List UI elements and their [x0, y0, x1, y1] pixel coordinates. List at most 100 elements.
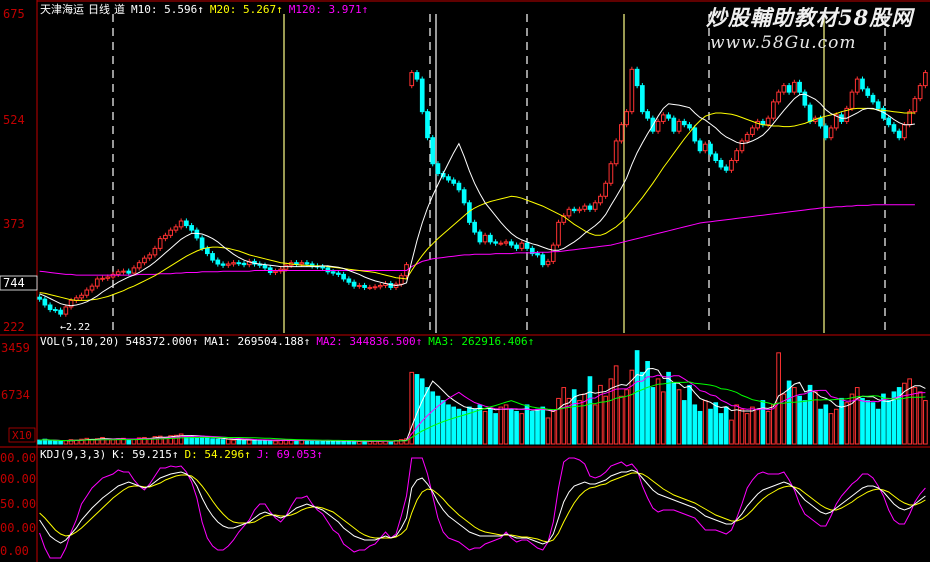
candle-body [828, 127, 834, 139]
candle-body [173, 226, 179, 231]
candle-body [184, 220, 189, 227]
volume-bar [545, 417, 551, 445]
candle-body [299, 262, 305, 265]
chart-background [0, 0, 930, 562]
candle-body [414, 72, 420, 80]
volume-bar [818, 408, 823, 445]
low-price-annotation: ←2.22 [60, 322, 90, 333]
candle-body [577, 208, 582, 212]
candle-body [37, 296, 42, 300]
candle-body [220, 263, 226, 266]
candle-body [100, 277, 105, 280]
volume-bar [660, 391, 666, 445]
candle-body [493, 241, 498, 244]
candle-body [603, 182, 609, 197]
kdj-k: K: 59.215↑ [112, 448, 179, 461]
candle-body [886, 117, 892, 126]
volume-bar [47, 440, 53, 445]
candle-body [708, 143, 713, 155]
volume-bar [645, 361, 650, 445]
volume-bar [267, 439, 273, 445]
candle-body [472, 221, 477, 233]
candle-body [304, 262, 310, 265]
candle-body [121, 270, 126, 273]
stock-chart[interactable]: 675 524 373 222 744 ←2.22 3459 6734 X10 00.00 00.0… [0, 0, 930, 562]
candle-body [891, 124, 897, 132]
candle-body [178, 220, 184, 228]
candle-body [629, 68, 635, 113]
candle-body [377, 284, 383, 288]
volume-bar [917, 391, 923, 445]
volume-bar [807, 384, 813, 445]
candle-body [241, 262, 247, 266]
volume-bar [613, 365, 619, 445]
candle-body [870, 94, 876, 103]
kdj-tick-label: 50.00 [0, 497, 36, 511]
volume-bar [619, 395, 624, 445]
volume-bar [540, 406, 546, 445]
volume-bar [671, 382, 677, 445]
watermark-text: 炒股輔助教材58股网 [706, 5, 914, 30]
candle-body [519, 242, 525, 249]
candle-body [63, 306, 69, 315]
volume-bar [309, 440, 315, 445]
candle-body [461, 189, 467, 204]
volume-bar [870, 402, 876, 445]
volume-bar [592, 404, 598, 445]
candle-body [157, 238, 163, 249]
candle-body [860, 78, 865, 90]
kdj-tick-label: 00.00 [0, 521, 36, 535]
volume-bar [750, 406, 755, 445]
candle-body [351, 281, 357, 287]
period-label[interactable]: 日线 [88, 3, 110, 16]
volume-header: VOL(5,10,20) 548372.000↑ MA1: 269504.188↑ M… [40, 335, 534, 348]
candle-body [771, 101, 776, 119]
candle-body [105, 276, 111, 279]
candle-body [152, 247, 158, 256]
candle-body [566, 208, 572, 217]
candle-body [419, 78, 425, 113]
candle-body [902, 124, 907, 139]
candle-body [739, 140, 745, 152]
volume-bar [215, 438, 221, 445]
candle-body [115, 271, 121, 275]
candle-body [435, 163, 441, 175]
candle-body [807, 104, 813, 122]
volume-tick-label: 6734 [1, 388, 30, 402]
candle-body [592, 202, 598, 210]
candle-body [262, 264, 268, 269]
candle-body [477, 231, 483, 243]
candle-body [283, 264, 289, 270]
candle-body [687, 124, 692, 129]
candle-body [341, 273, 346, 280]
volume-bar [514, 410, 519, 445]
candle-body [84, 289, 90, 296]
candle-body [823, 125, 829, 139]
volume-bar [734, 404, 740, 445]
volume-bar [37, 439, 42, 445]
candle-body [923, 72, 928, 87]
volume-bar [456, 408, 462, 445]
volume-bar [367, 440, 373, 445]
candle-body [750, 127, 755, 135]
volume-bar [419, 378, 425, 445]
volume-bar [377, 440, 383, 445]
vol-ma3: MA3: 262916.406↑ [428, 335, 535, 348]
candle-body [744, 133, 750, 142]
volume-bar [236, 439, 242, 445]
candle-body [723, 166, 729, 171]
ma120-label: M120: 3.971↑ [288, 3, 369, 16]
candle-body [681, 120, 687, 126]
candle-body [624, 111, 629, 126]
candle-body [189, 225, 194, 231]
candle-body [640, 85, 645, 113]
volume-bar [708, 408, 713, 445]
vol-value: 548372.000↑ [125, 335, 199, 348]
candle-body [676, 120, 682, 132]
candle-body [571, 208, 577, 212]
candle-body [508, 241, 514, 246]
candle-body [550, 244, 556, 262]
candle-body [320, 266, 325, 269]
volume-bar [320, 440, 325, 445]
volume-bar [765, 410, 771, 445]
